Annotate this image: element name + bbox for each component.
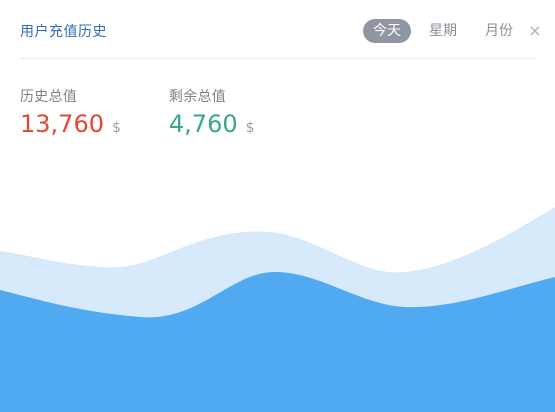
remaining-total-value-row: 4,760 $ — [169, 110, 255, 138]
remaining-total-stat: 剩余总值 4,760 $ — [169, 86, 255, 138]
card-title: 用户充值历史 — [20, 24, 107, 40]
header-divider — [20, 58, 537, 59]
stats-row: 历史总值 13,760 $ 剩余总值 4,760 $ — [20, 86, 255, 138]
history-total-value: 13,760 — [20, 110, 104, 138]
remaining-total-currency: $ — [245, 120, 255, 136]
history-total-stat: 历史总值 13,760 $ — [20, 86, 121, 138]
period-tabs: 今天 星期 月份 × — [355, 19, 543, 43]
close-icon[interactable]: × — [527, 19, 543, 43]
tab-month[interactable]: 月份 — [475, 19, 523, 43]
recharge-area-chart — [0, 207, 555, 412]
history-total-currency: $ — [111, 120, 121, 136]
remaining-total-label: 剩余总值 — [168, 89, 227, 105]
tab-today[interactable]: 今天 — [363, 19, 411, 43]
history-total-label: 历史总值 — [20, 89, 78, 105]
card-header: 用户充值历史 今天 星期 月份 × — [0, 0, 555, 60]
history-total-value-row: 13,760 $ — [20, 110, 121, 138]
tab-week[interactable]: 星期 — [419, 19, 467, 43]
recharge-history-card: 用户充值历史 今天 星期 月份 × 历史总值 13,760 $ 剩余总值 4,7… — [0, 0, 555, 412]
remaining-total-value: 4,760 — [168, 110, 238, 138]
